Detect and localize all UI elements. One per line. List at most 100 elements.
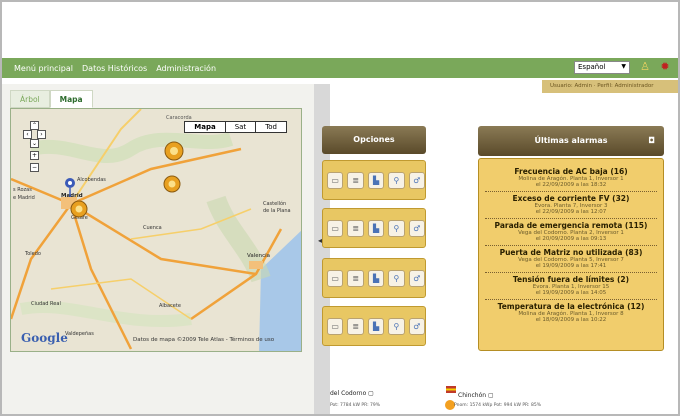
map-type-hybrid[interactable]: Tod: [256, 122, 286, 132]
alarm-title: Parada de emergencia remota (115): [494, 221, 648, 230]
alarm-title: Exceso de corriente FV (32): [512, 194, 630, 203]
alarm-item[interactable]: Exceso de corriente FV (32) Evora. Plant…: [485, 192, 657, 219]
alarm-date: el 19/09/2009 a las 14:05: [535, 290, 607, 296]
user-info-bar: Usuario: Admin · Perfil: Administrador: [542, 80, 678, 93]
tab-tree[interactable]: Árbol: [10, 90, 50, 108]
svg-text:Albacete: Albacete: [159, 303, 181, 309]
map-canvas: Caracorda Alcobendas s Rozas e Madrid Ma…: [11, 109, 301, 351]
chart-icon[interactable]: ▙: [367, 171, 385, 189]
options-row: ▭ ≣ ▙ ⚲ ♂: [322, 160, 426, 200]
list-icon[interactable]: ≣: [347, 317, 364, 335]
svg-text:de la Plana: de la Plana: [263, 208, 291, 214]
search-icon[interactable]: ⚲: [388, 219, 405, 237]
alarm-item[interactable]: Parada de emergencia remota (115) Vega d…: [485, 219, 657, 246]
map-type-map[interactable]: Mapa: [185, 122, 226, 132]
options-row: ▭ ≣ ▙ ⚲ ♂: [322, 208, 426, 248]
settings-icon[interactable]: ♂: [408, 171, 426, 189]
close-icon[interactable]: ◘: [648, 126, 655, 156]
alarm-title: Temperatura de la electrónica (12): [497, 302, 645, 311]
plant-stats: Pnom: 1574 kWp Pot: 994 kW PR: 85%: [454, 403, 541, 408]
list-icon[interactable]: ≣: [347, 269, 364, 287]
alarm-title: Frecuencia de AC baja (16): [514, 167, 628, 176]
pan-up-button[interactable]: ⌃: [30, 121, 39, 130]
settings-icon[interactable]: ♂: [408, 317, 426, 335]
user-icon[interactable]: ♙: [638, 60, 652, 74]
pan-left-button[interactable]: ‹: [23, 130, 32, 139]
plant-stats: Pot: 7784 kW PR: 79%: [330, 403, 381, 408]
spain-flag-icon: [446, 386, 456, 393]
svg-text:Madrid: Madrid: [61, 193, 83, 199]
list-icon[interactable]: ≣: [347, 219, 364, 237]
search-icon[interactable]: ⚲: [388, 269, 405, 287]
language-select[interactable]: Español ▼: [574, 61, 630, 74]
settings-icon[interactable]: ♂: [408, 219, 426, 237]
map-zoom-control: ⌃ ‹ › ⌄ + −: [23, 121, 47, 185]
chart-icon[interactable]: ▙: [367, 269, 385, 287]
svg-text:s Rozas: s Rozas: [13, 187, 32, 193]
latest-alarms-title: Últimas alarmas: [534, 136, 608, 145]
alarm-title: Tensión fuera de límites (2): [512, 275, 630, 284]
pan-down-button[interactable]: ⌄: [30, 139, 39, 148]
svg-text:Cuenca: Cuenca: [143, 225, 162, 231]
svg-text:Castellón: Castellón: [263, 200, 286, 207]
panel-tabs: Árbol Mapa: [10, 90, 93, 108]
left-panel: Árbol Mapa Caracorda Alcobendas s Rozas …: [2, 84, 320, 414]
svg-text:Valdepeñas: Valdepeñas: [65, 331, 94, 337]
alarm-item[interactable]: Frecuencia de AC baja (16) Molina de Ara…: [485, 165, 657, 192]
alarm-date: el 20/09/2009 a las 09:13: [535, 236, 607, 242]
alarm-date: el 22/09/2009 a las 12:07: [535, 209, 607, 215]
alarm-item[interactable]: Temperatura de la electrónica (12) Molin…: [485, 300, 657, 326]
options-row: ▭ ≣ ▙ ⚲ ♂: [322, 306, 426, 346]
document-icon[interactable]: ▭: [327, 171, 344, 189]
alarm-date: el 18/09/2009 a las 10:22: [535, 317, 607, 323]
top-nav-bar: Menú principal Datos Históricos Administ…: [2, 58, 678, 78]
alarm-item[interactable]: Tensión fuera de límites (2) Evora. Plan…: [485, 273, 657, 300]
chart-icon[interactable]: ▙: [367, 317, 385, 335]
alarm-item[interactable]: Puerta de Matriz no utilizada (83) Vega …: [485, 246, 657, 273]
plant-marker[interactable]: [163, 175, 181, 193]
alarm-date: el 22/09/2009 a las 18:32: [535, 182, 607, 188]
svg-text:Ciudad Real: Ciudad Real: [31, 301, 61, 307]
window-icon[interactable]: ▢: [368, 390, 374, 397]
svg-text:Alcobendas: Alcobendas: [77, 177, 106, 183]
plant-name: del Codorno: [330, 390, 367, 397]
pan-right-button[interactable]: ›: [37, 130, 46, 139]
map-type-control: Mapa Sat Tod: [184, 121, 287, 133]
alarm-date: el 19/09/2009 a las 17:41: [535, 263, 607, 269]
map-type-satellite[interactable]: Sat: [226, 122, 257, 132]
plant-name: Chinchón: [458, 392, 487, 399]
document-icon[interactable]: ▭: [327, 317, 344, 335]
chart-icon[interactable]: ▙: [367, 219, 385, 237]
alarm-title: Puerta de Matriz no utilizada (83): [499, 248, 643, 257]
nav-historical-data[interactable]: Datos Históricos: [82, 64, 147, 73]
window-icon[interactable]: ▢: [488, 392, 494, 399]
plant-card[interactable]: del Codorno ▢ Pot: 7784 kW PR: 79%: [330, 390, 380, 408]
nav-main-menu[interactable]: Menú principal: [14, 64, 73, 73]
tab-map[interactable]: Mapa: [49, 90, 93, 108]
svg-text:e Madrid: e Madrid: [13, 195, 35, 201]
options-row: ▭ ≣ ▙ ⚲ ♂: [322, 258, 426, 298]
map-view[interactable]: Caracorda Alcobendas s Rozas e Madrid Ma…: [10, 108, 302, 352]
plant-marker[interactable]: [70, 200, 88, 218]
settings-icon[interactable]: ♂: [408, 269, 426, 287]
zoom-out-button[interactable]: −: [30, 163, 39, 172]
list-icon[interactable]: ≣: [347, 171, 364, 189]
plant-marker[interactable]: [164, 141, 184, 161]
language-label: Español: [578, 63, 606, 71]
svg-text:Toledo: Toledo: [24, 251, 41, 257]
options-header: Opciones: [322, 126, 426, 154]
document-icon[interactable]: ▭: [327, 219, 344, 237]
latest-alarms-header: Últimas alarmas ◘: [478, 126, 664, 156]
svg-text:Valencia: Valencia: [247, 253, 270, 259]
bug-icon[interactable]: ✹: [658, 60, 672, 74]
search-icon[interactable]: ⚲: [388, 171, 405, 189]
plant-card[interactable]: Chinchón ▢ Pnom: 1574 kWp Pot: 994 kW PR…: [454, 392, 541, 408]
google-logo[interactable]: Google: [21, 331, 68, 345]
alarms-list: Frecuencia de AC baja (16) Molina de Ara…: [478, 158, 664, 351]
map-credit[interactable]: Datos de mapa ©2009 Tele Atlas - Término…: [133, 337, 274, 343]
zoom-in-button[interactable]: +: [30, 151, 39, 160]
document-icon[interactable]: ▭: [327, 269, 344, 287]
nav-administration[interactable]: Administración: [156, 64, 216, 73]
search-icon[interactable]: ⚲: [388, 317, 405, 335]
chevron-down-icon: ▼: [621, 63, 626, 70]
